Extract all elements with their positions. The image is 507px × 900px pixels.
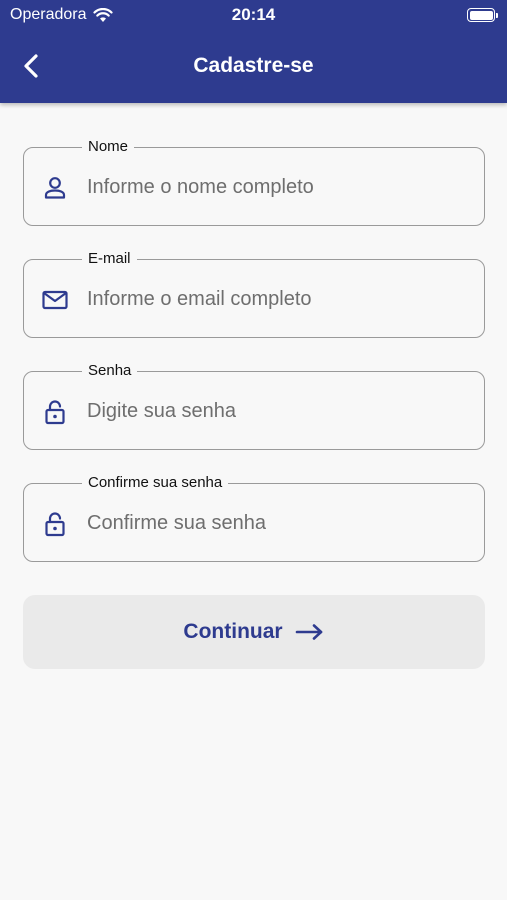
password-field[interactable]: Senha xyxy=(23,361,485,450)
app-bar: Operadora 20:14 Cadastre-se xyxy=(0,0,507,103)
lock-icon xyxy=(45,512,65,537)
page-title: Cadastre-se xyxy=(193,54,314,77)
mail-icon xyxy=(42,290,68,310)
password-field-label: Senha xyxy=(82,361,138,381)
status-bar: Operadora 20:14 xyxy=(0,0,507,30)
arrow-right-icon xyxy=(295,624,322,640)
name-field[interactable]: Nome xyxy=(23,137,485,226)
status-time: 20:14 xyxy=(231,5,276,24)
person-icon xyxy=(44,177,66,199)
name-field-label: Nome xyxy=(82,137,135,157)
email-input[interactable] xyxy=(87,280,467,318)
confirm-password-field-label: Confirme sua senha xyxy=(82,473,229,493)
continue-button[interactable]: Continuar xyxy=(23,595,485,669)
password-input[interactable] xyxy=(87,392,467,430)
lock-icon xyxy=(45,400,65,425)
continue-button-label: Continuar xyxy=(183,620,283,643)
email-field-label: E-mail xyxy=(82,249,137,269)
name-input[interactable] xyxy=(87,168,467,206)
battery-icon xyxy=(467,8,498,22)
confirm-password-input[interactable] xyxy=(87,504,467,542)
confirm-password-field[interactable]: Confirme sua senha xyxy=(23,473,485,562)
email-field[interactable]: E-mail xyxy=(23,249,485,338)
